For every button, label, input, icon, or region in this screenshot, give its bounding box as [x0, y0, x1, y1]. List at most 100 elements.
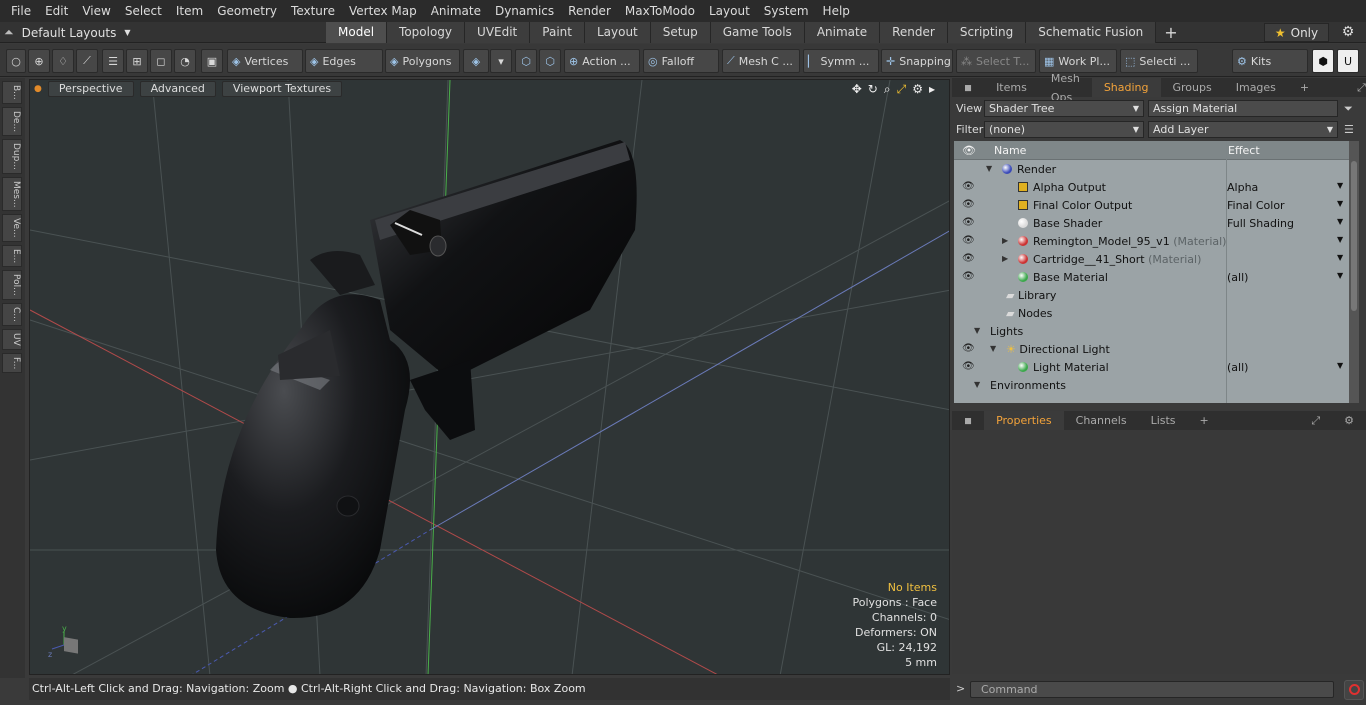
tab-schematic-fusion[interactable]: Schematic Fusion — [1026, 22, 1157, 43]
tree-row[interactable]: 👁 Alpha Output Alpha ▼ — [954, 179, 1349, 197]
panel-tab-groups[interactable]: Groups — [1161, 78, 1224, 97]
align-icon[interactable]: ☰ — [102, 49, 124, 73]
action-center-button[interactable]: ⊕ Action ... — [564, 49, 640, 73]
menu-animate[interactable]: Animate — [424, 0, 488, 22]
tree-row[interactable]: ▼ Render — [954, 161, 1349, 179]
shader-tree[interactable]: 👁 Name Effect ▼ Render 👁 Alpha Output Alpha ▼… — [954, 141, 1349, 403]
expand-arrow-icon[interactable]: ▼ — [986, 164, 992, 173]
left-strip-tab[interactable]: Mes... — [2, 176, 22, 212]
menu-help[interactable]: Help — [816, 0, 857, 22]
tree-row[interactable]: 👁 Final Color Output Final Color ▼ — [954, 197, 1349, 215]
left-strip-tab[interactable]: E... — [2, 244, 22, 268]
effect-value[interactable]: (all) — [1227, 361, 1343, 374]
expand-arrow-icon[interactable]: ▼ — [974, 326, 980, 335]
left-strip-tab[interactable]: B... — [2, 81, 22, 104]
panel-menu-icon[interactable]: ◾ — [952, 78, 984, 97]
globe-icon[interactable]: ⊕ — [28, 49, 50, 73]
tree-row[interactable]: 👁 Base Material (all) ▼ — [954, 269, 1349, 287]
panel-tab-shading[interactable]: Shading — [1091, 78, 1161, 97]
view-dropdown[interactable]: Shader Tree ▼ — [984, 100, 1144, 117]
perspective-button[interactable]: Perspective — [47, 81, 134, 97]
effect-dropdown-icon[interactable]: ▼ — [1337, 253, 1343, 262]
menu-vertex-map[interactable]: Vertex Map — [342, 0, 424, 22]
tab-topology[interactable]: Topology — [387, 22, 466, 43]
move-view-icon[interactable]: ✥ — [852, 82, 862, 97]
tab-setup[interactable]: Setup — [650, 22, 711, 43]
tree-row[interactable]: ▰ Nodes — [954, 305, 1349, 323]
zoom-view-icon[interactable]: ⌕ — [884, 82, 891, 97]
left-strip-tab[interactable]: Pol... — [2, 270, 22, 300]
expand-arrow-icon[interactable]: ▼ — [974, 380, 980, 389]
mesh-constraints-button[interactable]: ⟋ Mesh C ... — [722, 49, 800, 73]
pen-icon[interactable]: ♢ — [52, 49, 74, 73]
visibility-eye-icon[interactable]: 👁 — [962, 181, 975, 192]
menu-item[interactable]: Item — [169, 0, 210, 22]
expand-arrow-icon[interactable]: ▶ — [1002, 236, 1008, 245]
modo-cube-icon[interactable]: ⬢ — [1312, 49, 1334, 73]
expand-arrow-icon[interactable]: ▶ — [1002, 254, 1008, 263]
effect-dropdown-icon[interactable]: ▼ — [1337, 199, 1343, 208]
effect-value[interactable]: Full Shading — [1227, 217, 1343, 230]
visibility-eye-icon[interactable]: 👁 — [962, 217, 975, 228]
select-through-button[interactable]: ⁂ Select T... — [956, 49, 1036, 73]
add-tab-icon[interactable]: + — [1156, 22, 1185, 43]
snapping-button[interactable]: ✛ Snapping — [881, 49, 953, 73]
tree-row[interactable]: 👁 ▶ Remington_Model_95_v1 (Material) ▼ — [954, 233, 1349, 251]
filter-funnel-icon[interactable]: ⏷ — [1344, 102, 1353, 116]
menu-edit[interactable]: Edit — [38, 0, 75, 22]
tree-row[interactable]: 👁 Light Material (all) ▼ — [954, 359, 1349, 377]
name-column-header[interactable]: Name — [994, 144, 1026, 157]
default-layouts-dropdown[interactable]: ⏶ Default Layouts ▼ — [4, 22, 130, 43]
symmetry-button[interactable]: ▏ Symm ... — [803, 49, 879, 73]
visibility-eye-icon[interactable]: 👁 — [962, 271, 975, 282]
menu-texture[interactable]: Texture — [284, 0, 342, 22]
effect-dropdown-icon[interactable]: ▼ — [1337, 181, 1343, 190]
effect-dropdown-icon[interactable]: ▼ — [1337, 235, 1343, 244]
material-mode-icon[interactable]: ◈ — [463, 49, 489, 73]
symmetry-shield-icon[interactable]: ⬡ — [539, 49, 561, 73]
left-strip-tab[interactable]: Ve... — [2, 214, 22, 242]
shield-icon[interactable]: ⬡ — [515, 49, 537, 73]
tab-render[interactable]: Render — [880, 22, 948, 43]
circle-tool-icon[interactable]: ○ — [6, 49, 26, 73]
gear-icon[interactable]: ⚙ — [1338, 24, 1358, 42]
panel-tab-images[interactable]: Images — [1224, 78, 1288, 97]
panel-tab-channels[interactable]: Channels — [1064, 411, 1139, 430]
maximize-icon[interactable]: ⤢ — [897, 82, 907, 97]
record-macro-button[interactable] — [1344, 680, 1364, 700]
brush-icon[interactable]: ⟋ — [76, 49, 98, 73]
menu-view[interactable]: View — [75, 0, 117, 22]
edges-button[interactable]: ◈ Edges — [305, 49, 383, 73]
kits-button[interactable]: ⚙ Kits — [1232, 49, 1308, 73]
panel-tab-lists[interactable]: Lists — [1139, 411, 1188, 430]
viewport-menu-arrow-icon[interactable]: ▸ — [929, 82, 935, 97]
tree-row[interactable]: 👁 ▼ ☀ Directional Light — [954, 341, 1349, 359]
menu-render[interactable]: Render — [561, 0, 618, 22]
item-mode-icon[interactable]: ▣ — [201, 49, 223, 73]
effect-value[interactable]: Alpha — [1227, 181, 1343, 194]
tree-row[interactable]: 👁 ▶ Cartridge__41_Short (Material) ▼ — [954, 251, 1349, 269]
options-icon[interactable]: ☰ — [1344, 123, 1354, 136]
visibility-eye-icon[interactable]: 👁 — [962, 253, 975, 264]
3d-viewport[interactable]: ● Perspective Advanced Viewport Textures… — [29, 79, 950, 675]
menu-layout[interactable]: Layout — [702, 0, 757, 22]
transform-icon[interactable]: ⊞ — [126, 49, 148, 73]
panel-gear-icon[interactable]: ⚙ — [1332, 411, 1366, 430]
add-layer-dropdown[interactable]: Add Layer ▼ — [1148, 121, 1338, 138]
tab-animate[interactable]: Animate — [804, 22, 881, 43]
effect-column-header[interactable]: Effect — [1228, 144, 1260, 157]
tab-layout[interactable]: Layout — [584, 22, 651, 43]
menu-system[interactable]: System — [757, 0, 816, 22]
falloff-button[interactable]: ◎ Falloff — [643, 49, 719, 73]
expand-panel-icon[interactable]: ⤢ — [1345, 78, 1366, 97]
tab-model[interactable]: Model — [326, 22, 388, 43]
command-input[interactable]: Command — [970, 681, 1334, 698]
tree-scrollbar[interactable] — [1349, 141, 1359, 403]
tree-row[interactable]: ▼ Environments — [954, 377, 1349, 395]
layout-up-icon[interactable]: ⏶ — [4, 25, 14, 40]
effect-value[interactable]: Final Color — [1227, 199, 1343, 212]
left-strip-tab[interactable]: UV — [2, 328, 22, 350]
tree-row[interactable]: ▼ Lights — [954, 323, 1349, 341]
menu-dynamics[interactable]: Dynamics — [488, 0, 561, 22]
rotate-icon[interactable]: ◔ — [174, 49, 196, 73]
